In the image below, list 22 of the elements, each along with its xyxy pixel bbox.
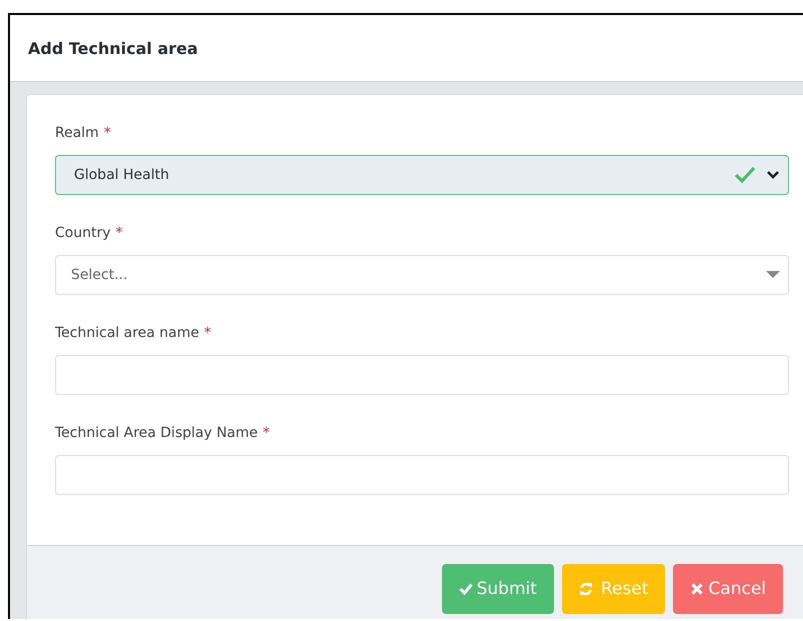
text-input-field[interactable] bbox=[55, 455, 789, 495]
field-label: Technical area name bbox=[55, 325, 200, 341]
required-mark: * bbox=[104, 125, 111, 141]
text-input-field[interactable] bbox=[55, 355, 789, 395]
check-icon bbox=[734, 166, 756, 184]
field-label: Country bbox=[55, 225, 111, 241]
close-icon bbox=[690, 582, 704, 596]
refresh-icon bbox=[578, 582, 593, 596]
dialog-title: Add Technical area bbox=[28, 38, 198, 58]
realm-select[interactable]: Global Health bbox=[55, 155, 789, 195]
field-label: Realm bbox=[55, 125, 99, 141]
cancel-button[interactable]: Cancel bbox=[673, 564, 783, 614]
country-select[interactable]: Select... bbox=[55, 255, 789, 295]
required-mark: * bbox=[116, 225, 123, 241]
dropdown-triangle-icon bbox=[766, 271, 780, 279]
required-mark: * bbox=[262, 425, 270, 441]
chevron-down-icon bbox=[766, 170, 780, 180]
required-mark: * bbox=[204, 325, 212, 341]
field-label: Technical Area Display Name bbox=[55, 425, 258, 441]
reset-button[interactable]: Reset bbox=[562, 564, 666, 614]
submit-button[interactable]: Submit bbox=[442, 564, 554, 614]
check-icon bbox=[458, 582, 473, 596]
